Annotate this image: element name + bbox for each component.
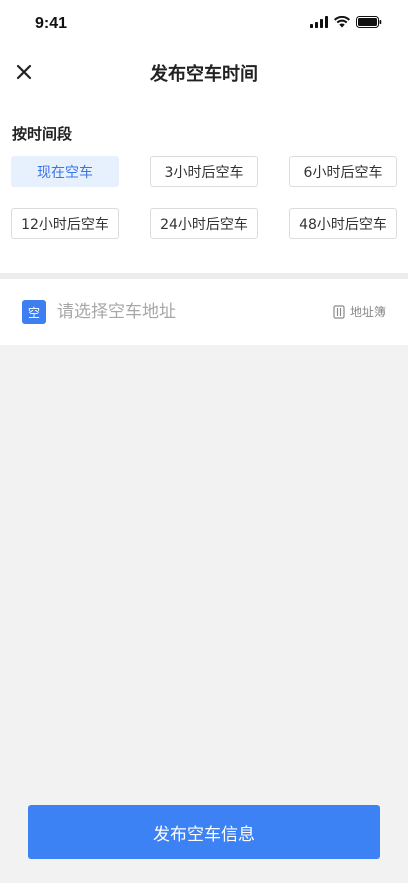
time-option-12h[interactable]: 12小时后空车 <box>11 208 119 239</box>
address-book-icon <box>333 305 345 319</box>
top-panel: 9:41 发布空车时间 按时间段 现在空车 3小时后空车 6小时后空车 12小时… <box>0 0 408 273</box>
address-row[interactable]: 空 请选择空车地址 地址簿 <box>0 279 408 345</box>
time-option-3h[interactable]: 3小时后空车 <box>150 156 258 187</box>
time-option-now[interactable]: 现在空车 <box>11 156 119 187</box>
time-option-6h[interactable]: 6小时后空车 <box>289 156 397 187</box>
publish-button[interactable]: 发布空车信息 <box>28 805 380 859</box>
time-options: 现在空车 3小时后空车 6小时后空车 12小时后空车 24小时后空车 48小时后… <box>0 0 408 273</box>
time-option-24h[interactable]: 24小时后空车 <box>150 208 258 239</box>
address-badge: 空 <box>22 300 46 324</box>
address-book-label: 地址簿 <box>349 305 386 319</box>
address-book-button[interactable]: 地址簿 <box>333 303 386 321</box>
address-input[interactable]: 请选择空车地址 <box>57 300 176 324</box>
time-option-48h[interactable]: 48小时后空车 <box>289 208 397 239</box>
